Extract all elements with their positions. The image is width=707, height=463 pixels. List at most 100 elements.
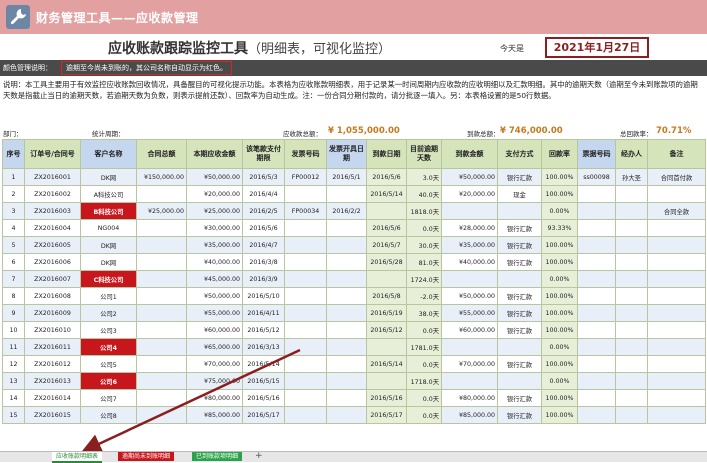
table-cell[interactable]: ¥30,000.00 [186, 219, 243, 237]
table-cell[interactable]: 40.0天 [406, 185, 442, 203]
table-cell[interactable] [136, 253, 187, 271]
table-cell[interactable]: 2016/2/2 [326, 202, 367, 220]
table-cell[interactable] [497, 338, 542, 356]
table-cell[interactable] [326, 219, 367, 237]
table-cell[interactable]: ZX2016002 [24, 185, 81, 203]
table-cell[interactable]: ¥75,000.00 [186, 372, 243, 390]
column-header[interactable]: 发票号码 [284, 139, 327, 169]
table-cell[interactable]: 2016/5/17 [242, 406, 285, 424]
table-cell[interactable]: 合同全款 [647, 202, 706, 220]
column-header[interactable]: 合同总额 [136, 139, 187, 169]
table-cell[interactable]: 0.0天 [406, 355, 442, 373]
table-cell[interactable] [577, 253, 616, 271]
table-cell[interactable] [615, 321, 648, 339]
table-cell[interactable] [366, 372, 407, 390]
table-cell[interactable] [615, 219, 648, 237]
table-cell[interactable] [326, 287, 367, 305]
table-cell[interactable] [326, 355, 367, 373]
table-cell[interactable]: 9 [2, 304, 25, 322]
table-cell[interactable]: ¥28,000.00 [441, 219, 498, 237]
table-cell[interactable]: 2016/5/6 [366, 219, 407, 237]
table-cell[interactable]: 现金 [497, 185, 542, 203]
table-cell[interactable]: DK网 [80, 236, 137, 254]
table-cell[interactable]: 0.0天 [406, 389, 442, 407]
table-cell[interactable] [577, 287, 616, 305]
table-cell[interactable]: 2016/5/10 [242, 287, 285, 305]
table-cell[interactable]: ¥55,000.00 [441, 304, 498, 322]
column-header[interactable]: 客户名称 [80, 139, 137, 169]
table-cell[interactable]: A科技公司 [80, 185, 137, 203]
table-cell[interactable]: 2016/3/8 [242, 253, 285, 271]
table-cell[interactable]: ZX2016011 [24, 338, 81, 356]
table-cell[interactable]: ZX2016001 [24, 168, 81, 186]
column-header[interactable]: 本期应收金额 [186, 139, 243, 169]
table-cell[interactable] [136, 236, 187, 254]
table-cell[interactable] [326, 253, 367, 271]
table-cell[interactable]: ¥50,000.00 [186, 168, 243, 186]
table-cell[interactable]: ZX2016012 [24, 355, 81, 373]
table-cell[interactable]: 8 [2, 287, 25, 305]
table-cell[interactable] [136, 185, 187, 203]
table-cell[interactable] [647, 372, 706, 390]
table-cell[interactable] [326, 304, 367, 322]
table-cell[interactable]: C科技公司 [80, 270, 137, 288]
table-cell[interactable]: 0.00% [541, 270, 578, 288]
table-cell[interactable]: ZX2016013 [24, 372, 81, 390]
table-cell[interactable] [136, 304, 187, 322]
table-cell[interactable] [284, 355, 327, 373]
table-cell[interactable]: 100.00% [541, 185, 578, 203]
table-cell[interactable]: 100.00% [541, 321, 578, 339]
table-cell[interactable] [577, 372, 616, 390]
table-cell[interactable] [284, 236, 327, 254]
column-header[interactable]: 备注 [647, 139, 706, 169]
table-cell[interactable]: 4 [2, 219, 25, 237]
column-header[interactable]: 序号 [2, 139, 25, 169]
table-cell[interactable]: 2016/5/7 [366, 236, 407, 254]
table-cell[interactable] [647, 253, 706, 271]
table-cell[interactable]: 6 [2, 253, 25, 271]
table-cell[interactable]: ¥80,000.00 [441, 389, 498, 407]
table-cell[interactable]: ¥25,000.00 [136, 202, 187, 220]
table-cell[interactable]: ZX2016014 [24, 389, 81, 407]
sheet-tab-overdue-detail[interactable]: 逾期尚未到账明细 [118, 452, 175, 461]
column-header[interactable]: 该笔款支付期限 [242, 139, 285, 169]
table-cell[interactable]: 2016/4/4 [242, 185, 285, 203]
table-cell[interactable] [136, 372, 187, 390]
table-cell[interactable]: 2016/3/9 [242, 270, 285, 288]
table-cell[interactable]: 公司7 [80, 389, 137, 407]
table-cell[interactable]: ZX2016008 [24, 287, 81, 305]
table-cell[interactable]: 2016/5/8 [366, 287, 407, 305]
table-cell[interactable] [284, 270, 327, 288]
table-cell[interactable]: 100.00% [541, 406, 578, 424]
table-cell[interactable] [577, 355, 616, 373]
table-cell[interactable] [577, 338, 616, 356]
table-cell[interactable] [615, 236, 648, 254]
table-cell[interactable] [615, 355, 648, 373]
table-cell[interactable]: NG004 [80, 219, 137, 237]
table-cell[interactable]: ¥80,000.00 [186, 389, 243, 407]
table-cell[interactable]: 1724.0天 [406, 270, 442, 288]
table-cell[interactable]: 银行汇款 [497, 168, 542, 186]
table-cell[interactable] [577, 321, 616, 339]
table-cell[interactable]: 0.0天 [406, 406, 442, 424]
table-cell[interactable]: 100.00% [541, 253, 578, 271]
table-cell[interactable] [136, 321, 187, 339]
table-cell[interactable] [326, 236, 367, 254]
table-cell[interactable]: ¥50,000.00 [186, 287, 243, 305]
table-cell[interactable] [136, 287, 187, 305]
table-cell[interactable]: 1781.0天 [406, 338, 442, 356]
table-cell[interactable]: ¥50,000.00 [441, 287, 498, 305]
table-cell[interactable]: 13 [2, 372, 25, 390]
table-cell[interactable]: ¥20,000.00 [186, 185, 243, 203]
table-cell[interactable] [136, 355, 187, 373]
table-cell[interactable] [615, 287, 648, 305]
table-cell[interactable]: 银行汇款 [497, 355, 542, 373]
table-cell[interactable] [326, 406, 367, 424]
table-cell[interactable]: 2016/5/15 [242, 372, 285, 390]
table-cell[interactable]: ¥150,000.00 [136, 168, 187, 186]
table-cell[interactable]: 100.00% [541, 236, 578, 254]
table-cell[interactable] [284, 219, 327, 237]
table-cell[interactable]: ¥85,000.00 [186, 406, 243, 424]
table-cell[interactable]: ¥25,000.00 [186, 202, 243, 220]
table-cell[interactable]: 2016/5/16 [366, 389, 407, 407]
